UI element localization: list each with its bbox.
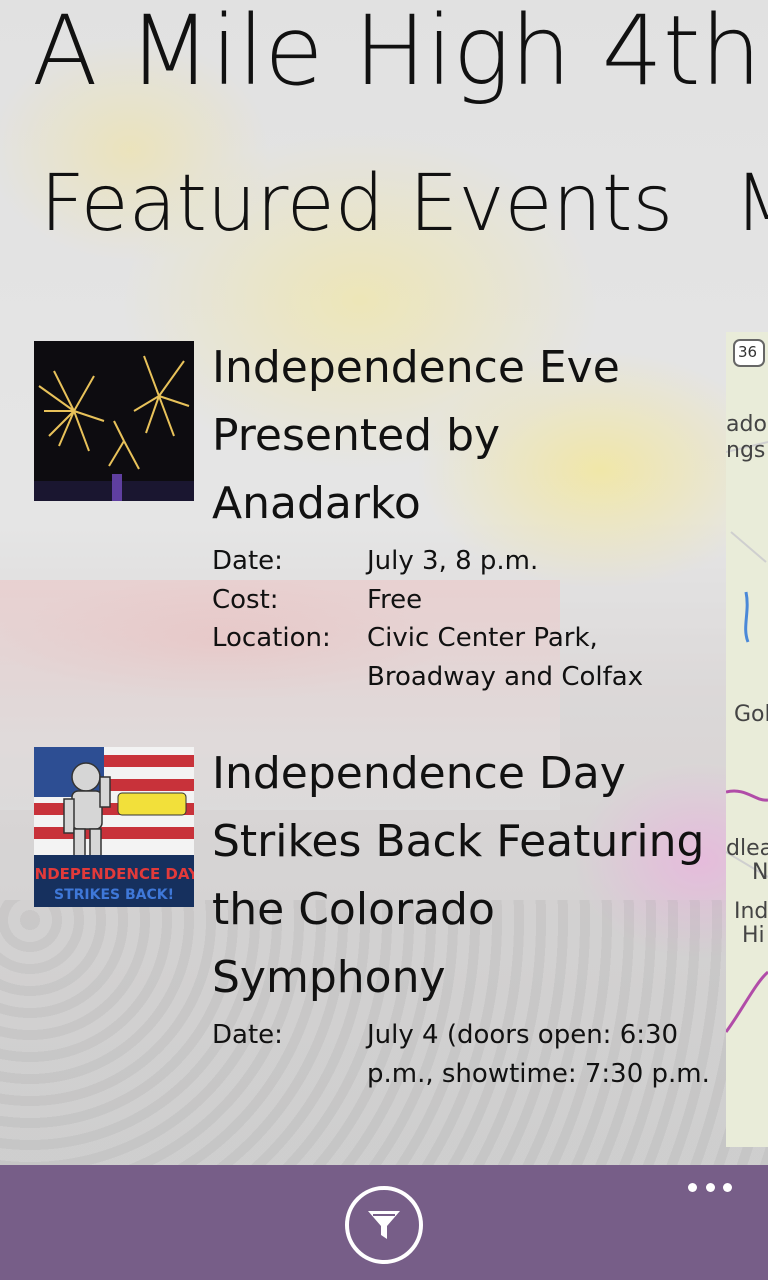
date-label: Date: xyxy=(212,546,283,576)
date-value: July 3, 8 p.m. xyxy=(367,546,539,576)
location-value: Civic Center Park, Broadway and Colfax xyxy=(367,623,644,692)
filter-button[interactable] xyxy=(345,1186,423,1264)
map-label: Gol xyxy=(734,702,768,727)
event-title[interactable]: Independence Eve Presented by Anadarko xyxy=(212,334,712,538)
app-bar xyxy=(0,1165,768,1280)
date-label: Date: xyxy=(212,1020,283,1050)
filter-icon xyxy=(368,1211,400,1239)
map-label: ado xyxy=(726,412,767,437)
app-title: A Mile High 4th xyxy=(32,0,762,107)
location-label: Location: xyxy=(212,623,331,653)
map-label: ngs xyxy=(726,438,766,463)
pivot-header-featured-events[interactable]: Featured Events xyxy=(40,158,673,252)
event-title[interactable]: Independence Day Strikes Back Featuring … xyxy=(212,740,712,1012)
more-dot xyxy=(688,1183,697,1192)
map-label: dlea xyxy=(726,836,768,861)
highway-shield-label: 36 xyxy=(738,343,758,361)
cost-value: Free xyxy=(367,584,423,615)
pivot-header-next[interactable]: M xyxy=(734,158,768,252)
more-dot xyxy=(723,1183,732,1192)
map-label: Hi xyxy=(742,923,765,948)
event-thumbnail-fireworks xyxy=(34,341,194,501)
map-label: N xyxy=(752,860,768,885)
map-label: Ind xyxy=(734,899,768,924)
date-value: July 4 (doors open: 6:30 p.m., showtime:… xyxy=(367,1020,710,1089)
poster-subtitle-text: STRIKES BACK! xyxy=(54,887,174,903)
more-icon[interactable] xyxy=(688,1183,732,1195)
cost-label: Cost: xyxy=(212,584,279,615)
more-dot xyxy=(705,1183,715,1192)
poster-title-text: INDEPENDENCE DAY xyxy=(34,865,194,883)
event-thumbnail-poster: INDEPENDENCE DAY STRIKES BACK! xyxy=(34,747,194,907)
map-preview[interactable]: 36 ado ngs Gol dlea N Ind Hi xyxy=(726,332,768,1147)
